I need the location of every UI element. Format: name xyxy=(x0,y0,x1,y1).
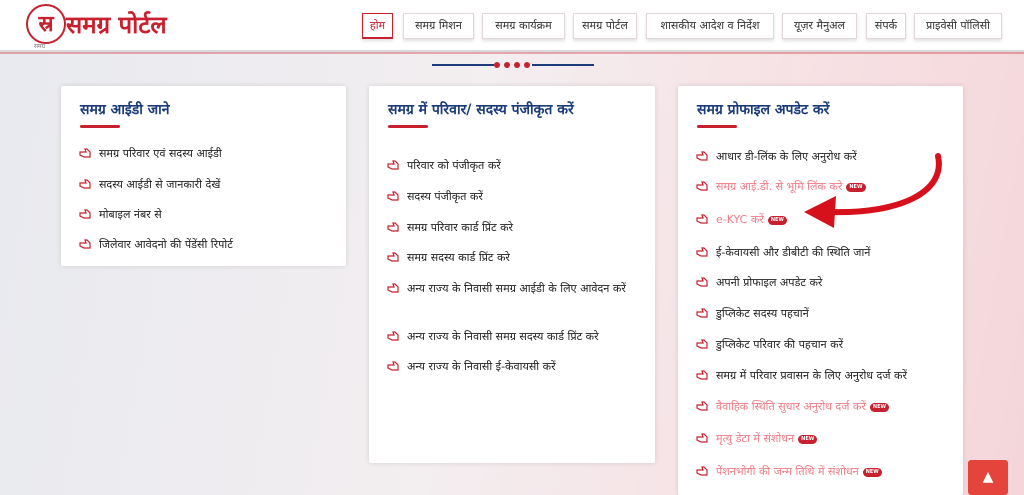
link-pensioner-dob[interactable]: पेंशनभोगी की जन्म तिथि में संशोधन NEW xyxy=(696,464,882,480)
nav-home[interactable]: होम xyxy=(362,13,393,39)
link-label: अन्य राज्य के निवासी समग्र सदस्य कार्ड प… xyxy=(407,330,599,343)
title-underline xyxy=(80,125,120,128)
link-label: डुप्लिकेट परिवार की पहचान करें xyxy=(716,338,844,351)
link-other-state-apply-id[interactable]: अन्य राज्य के निवासी समग्र आईडी के लिए आ… xyxy=(387,281,639,297)
link-register-member[interactable]: सदस्य पंजीकृत करें xyxy=(387,189,483,205)
pointing-hand-icon xyxy=(387,160,399,170)
nav-user-manual[interactable]: यूज़र मैनुअल xyxy=(782,13,857,39)
new-badge: NEW xyxy=(869,402,890,412)
card-update-profile: समग्र प्रोफाइल अपडेट करें आधार डी-लिंक क… xyxy=(678,86,963,495)
nav-samagra-program[interactable]: समग्र कार्यक्रम xyxy=(482,13,565,39)
pointing-hand-icon xyxy=(79,239,91,249)
divider-dot xyxy=(514,62,520,68)
link-label: समग्र परिवार कार्ड प्रिंट करे xyxy=(407,221,514,234)
nav-samagra-mission[interactable]: समग्र मिशन xyxy=(403,13,474,39)
link-other-state-ekyc[interactable]: अन्य राज्य के निवासी ई-केवायसी करें xyxy=(387,359,556,375)
link-label: e-KYC करें xyxy=(716,213,764,226)
link-label: अन्य राज्य के निवासी समग्र आईडी के लिए आ… xyxy=(407,282,626,295)
pointing-hand-icon xyxy=(387,331,399,341)
link-label: मृत्यु डेटा में संशोधन xyxy=(716,432,795,445)
link-label: समग्र परिवार एवं सदस्य आईडी xyxy=(99,147,222,160)
link-district-pendency-report[interactable]: जिलेवार आवेदनो की पेंडेंसी रिपोर्ट xyxy=(79,237,233,253)
link-family-migration[interactable]: समग्र में परिवार प्रवासन के लिए अनुरोध द… xyxy=(696,368,908,384)
nav-privacy-policy[interactable]: प्राइवेसी पॉलिसी xyxy=(914,13,1002,39)
link-family-member-id[interactable]: समग्र परिवार एवं सदस्य आईडी xyxy=(79,146,222,162)
nav-samagra-portal[interactable]: समग्र पोर्टल xyxy=(573,13,637,39)
card-title: समग्र में परिवार/ सदस्य पंजीकृत करें xyxy=(388,102,574,118)
link-label: ई-केवायसी और डीबीटी की स्थिति जानें xyxy=(716,246,871,259)
link-label: मोबाइल नंबर से xyxy=(99,208,162,221)
site-title: समग्र पोर्टल xyxy=(66,11,167,39)
link-label: पेंशनभोगी की जन्म तिथि में संशोधन xyxy=(716,465,859,478)
link-label: जिलेवार आवेदनो की पेंडेंसी रिपोर्ट xyxy=(99,238,233,251)
link-print-member-card[interactable]: समग्र सदस्य कार्ड प्रिंट करे xyxy=(387,250,510,266)
pointing-hand-icon xyxy=(696,433,708,443)
title-underline xyxy=(388,125,428,128)
card-know-samagra-id: समग्र आईडी जाने समग्र परिवार एवं सदस्य आ… xyxy=(61,86,346,266)
pointing-hand-icon xyxy=(696,466,708,476)
pointing-hand-icon xyxy=(387,252,399,262)
link-label: अपनी प्रोफाइल अपडेट करे xyxy=(716,276,823,289)
pointing-hand-icon xyxy=(696,401,708,411)
new-badge: NEW xyxy=(798,434,818,444)
link-print-family-card[interactable]: समग्र परिवार कार्ड प्रिंट करे xyxy=(387,220,514,236)
logo-subtext: समग्र xyxy=(34,43,46,50)
pointing-hand-icon xyxy=(696,181,708,191)
link-label: सदस्य आईडी से जानकारी देखें xyxy=(99,178,221,191)
pointing-hand-icon xyxy=(387,191,399,201)
divider-left xyxy=(432,64,494,66)
annotation-arrow-icon xyxy=(804,153,942,228)
site-logo[interactable]: स्र समग्र समग्र पोर्टल xyxy=(26,4,196,50)
link-by-mobile[interactable]: मोबाइल नंबर से xyxy=(79,207,162,223)
link-duplicate-family[interactable]: डुप्लिकेट परिवार की पहचान करें xyxy=(696,337,844,353)
pointing-hand-icon xyxy=(696,277,708,287)
link-label: समग्र में परिवार प्रवासन के लिए अनुरोध द… xyxy=(716,369,908,382)
link-label: सदस्य पंजीकृत करें xyxy=(407,190,483,203)
pointing-hand-icon xyxy=(387,361,399,371)
link-marital-status[interactable]: वैवाहिक स्थिति सुधार अनुरोध दर्ज करें NEW xyxy=(696,399,890,415)
site-header: स्र समग्र समग्र पोर्टल होम समग्र मिशन सम… xyxy=(0,0,1024,54)
link-label: वैवाहिक स्थिति सुधार अनुरोध दर्ज करें xyxy=(716,400,866,413)
link-member-id-info[interactable]: सदस्य आईडी से जानकारी देखें xyxy=(79,177,221,193)
pointing-hand-icon xyxy=(79,179,91,189)
pointing-hand-icon xyxy=(79,148,91,158)
link-label: अन्य राज्य के निवासी ई-केवायसी करें xyxy=(407,360,556,373)
card-title: समग्र आईडी जाने xyxy=(80,102,170,118)
divider-right xyxy=(532,64,594,66)
nav-contact[interactable]: संपर्क xyxy=(866,13,906,39)
link-duplicate-member[interactable]: डुप्लिकेट सदस्य पहचानें xyxy=(696,306,809,322)
logo-emblem: स्र xyxy=(26,4,66,44)
link-other-state-print-card[interactable]: अन्य राज्य के निवासी समग्र सदस्य कार्ड प… xyxy=(387,329,599,345)
link-label: समग्र सदस्य कार्ड प्रिंट करे xyxy=(407,251,510,264)
link-label: परिवार को पंजीकृत करें xyxy=(407,159,501,172)
card-title: समग्र प्रोफाइल अपडेट करें xyxy=(697,102,830,118)
pointing-hand-icon xyxy=(79,209,91,219)
link-label: डुप्लिकेट सदस्य पहचानें xyxy=(716,307,809,320)
divider-dot xyxy=(504,62,510,68)
pointing-hand-icon xyxy=(387,283,399,293)
link-register-family[interactable]: परिवार को पंजीकृत करें xyxy=(387,158,501,174)
chevron-up-icon: ▲ xyxy=(982,469,994,485)
pointing-hand-icon xyxy=(696,247,708,257)
pointing-hand-icon xyxy=(696,214,708,224)
link-ekyc-dbt-status[interactable]: ई-केवायसी और डीबीटी की स्थिति जानें xyxy=(696,245,871,261)
link-update-profile[interactable]: अपनी प्रोफाइल अपडेट करे xyxy=(696,275,823,291)
card-register-family: समग्र में परिवार/ सदस्य पंजीकृत करें परि… xyxy=(369,86,655,463)
divider-dot xyxy=(494,62,500,68)
pointing-hand-icon xyxy=(696,308,708,318)
link-death-data[interactable]: मृत्यु डेटा में संशोधन NEW xyxy=(696,431,818,447)
title-underline xyxy=(697,125,737,128)
pointing-hand-icon xyxy=(696,370,708,380)
pointing-hand-icon xyxy=(696,339,708,349)
divider-dot xyxy=(524,62,530,68)
scroll-to-top-button[interactable]: ▲ xyxy=(968,460,1008,495)
new-badge: NEW xyxy=(862,467,882,477)
pointing-hand-icon xyxy=(387,222,399,232)
nav-govt-orders[interactable]: शासकीय आदेश व निर्देश xyxy=(646,13,774,39)
pointing-hand-icon xyxy=(696,151,708,161)
